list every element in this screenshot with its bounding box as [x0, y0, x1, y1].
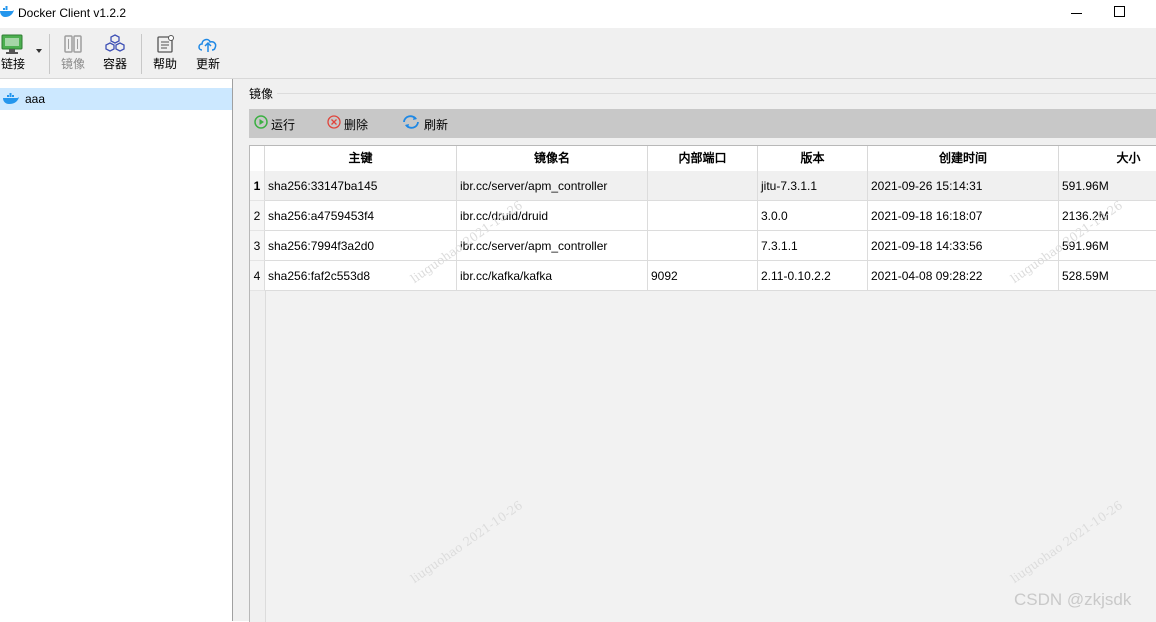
window-title: Docker Client v1.2.2: [18, 6, 127, 20]
docker-whale-icon: [3, 93, 19, 104]
images-icon: [64, 35, 82, 53]
delete-label: 删除: [344, 118, 369, 132]
cell-port: [648, 171, 758, 201]
action-bar: 运行 删除 刷新: [249, 109, 1156, 138]
containers-cubes-icon: [105, 34, 125, 52]
connection-tree: aaa: [0, 79, 233, 621]
cell-port: 9092: [648, 261, 758, 291]
toolbar-separator: [49, 34, 50, 74]
update-button[interactable]: 更新: [193, 34, 223, 72]
help-label: 帮助: [152, 57, 177, 71]
toolbar: 链接 镜像 容器 帮助 更新: [0, 28, 1156, 79]
cell-name: ibr.cc/server/apm_controller: [457, 171, 648, 201]
monitor-connect-icon: [1, 34, 23, 54]
cell-created: 2021-09-18 16:18:07: [868, 201, 1059, 231]
connect-label: 链接: [0, 57, 25, 71]
row-number: 3: [250, 231, 265, 261]
update-label: 更新: [195, 57, 220, 71]
row-number: 4: [250, 261, 265, 291]
containers-label: 容器: [102, 57, 127, 71]
cell-id: sha256:7994f3a2d0: [265, 231, 457, 261]
cell-port: [648, 201, 758, 231]
cell-id: sha256:33147ba145: [265, 171, 457, 201]
title-bar: Docker Client v1.2.2: [0, 0, 1156, 28]
tree-item-label: aaa: [25, 92, 46, 106]
connect-button[interactable]: 链接: [0, 34, 26, 72]
table-header: 主键 镜像名 内部端口 版本 创建时间 大小: [250, 146, 1156, 172]
images-label: 镜像: [60, 57, 85, 71]
row-number: 2: [250, 201, 265, 231]
refresh-button[interactable]: 刷新: [402, 115, 452, 132]
cell-version: jitu-7.3.1.1: [758, 171, 868, 201]
help-button[interactable]: 帮助: [150, 34, 180, 72]
cell-created: 2021-09-26 15:14:31: [868, 171, 1059, 201]
tree-item-aaa[interactable]: aaa: [0, 88, 232, 110]
help-document-icon: [157, 35, 174, 53]
panel-title: 镜像: [249, 85, 277, 102]
cell-version: 2.11-0.10.2.2: [758, 261, 868, 291]
column-header-version[interactable]: 版本: [758, 146, 868, 171]
images-panel: 镜像 运行 删除 刷新 主键 镜像名 内部端口 版本 创建时间 大小 1 sha…: [239, 79, 1156, 622]
maximize-button[interactable]: [1114, 6, 1125, 17]
refresh-label: 刷新: [424, 118, 449, 132]
run-label: 运行: [271, 118, 296, 132]
cloud-upload-icon: [198, 38, 217, 52]
run-button[interactable]: 运行: [254, 115, 299, 132]
row-number: 1: [250, 171, 265, 201]
cell-version: 3.0.0: [758, 201, 868, 231]
cell-created: 2021-09-18 14:33:56: [868, 231, 1059, 261]
column-header-size[interactable]: 大小: [1059, 146, 1156, 171]
table-row[interactable]: 3 sha256:7994f3a2d0 ibr.cc/server/apm_co…: [250, 231, 1156, 261]
column-header-name[interactable]: 镜像名: [457, 146, 648, 171]
play-circle-icon: [254, 115, 268, 129]
delete-button[interactable]: 删除: [327, 115, 372, 132]
connect-dropdown-caret[interactable]: [36, 49, 42, 53]
column-header-created[interactable]: 创建时间: [868, 146, 1059, 171]
group-border: [277, 93, 1156, 94]
cell-size: 591.96M: [1059, 171, 1156, 201]
column-header-id[interactable]: 主键: [265, 146, 457, 171]
cell-port: [648, 231, 758, 261]
docker-whale-icon: [0, 6, 14, 17]
cell-size: 528.59M: [1059, 261, 1156, 291]
images-table: 主键 镜像名 内部端口 版本 创建时间 大小 1 sha256:33147ba1…: [249, 145, 1156, 622]
delete-circle-icon: [327, 115, 341, 129]
images-button[interactable]: 镜像: [58, 34, 88, 72]
column-header-port[interactable]: 内部端口: [648, 146, 758, 171]
table-row[interactable]: 1 sha256:33147ba145 ibr.cc/server/apm_co…: [250, 171, 1156, 201]
corner-cell: [250, 146, 265, 171]
refresh-icon: [403, 115, 419, 129]
table-row[interactable]: 2 sha256:a4759453f4 ibr.cc/druid/druid 3…: [250, 201, 1156, 231]
cell-name: ibr.cc/kafka/kafka: [457, 261, 648, 291]
toolbar-separator: [141, 34, 142, 74]
containers-button[interactable]: 容器: [100, 34, 130, 72]
csdn-credit: CSDN @zkjsdk: [1014, 590, 1132, 609]
cell-id: sha256:a4759453f4: [265, 201, 457, 231]
minimize-button[interactable]: [1070, 4, 1084, 20]
cell-version: 7.3.1.1: [758, 231, 868, 261]
